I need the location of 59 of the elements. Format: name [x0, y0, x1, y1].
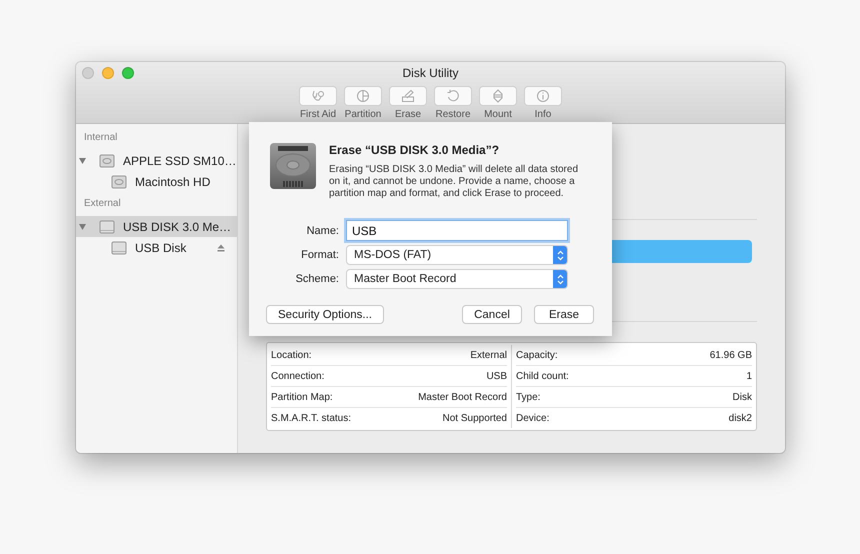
info-label: Type:: [516, 392, 540, 402]
sidebar-item[interactable]: Macintosh HD: [76, 171, 237, 192]
toolbar-label: Info: [534, 109, 552, 120]
toolbar-label: Mount: [484, 109, 512, 120]
diamond-icon: [491, 89, 505, 103]
info-value: disk2: [728, 412, 752, 424]
zoom-button[interactable]: [122, 67, 134, 79]
up-down-arrows-icon: [553, 246, 567, 264]
info-label: Device:: [516, 412, 550, 424]
pencil-icon: [401, 89, 415, 103]
field-label: Format:: [300, 249, 339, 261]
field-label: Name:: [306, 224, 339, 236]
sidebar-item[interactable]: USB DISK 3.0 Me…: [76, 216, 237, 237]
dialog-title: Erase “USB DISK 3.0 Media”?: [329, 143, 500, 157]
popup-menu[interactable]: Master Boot Record: [346, 269, 568, 289]
info-label: S.M.A.R.T. status:: [271, 412, 352, 424]
info-value: 61.96 GB: [710, 350, 752, 360]
undo-arrow-icon: [446, 89, 460, 103]
info-value: Not Supported: [442, 412, 507, 424]
info-value: USB: [486, 370, 507, 382]
stethoscope-icon: [311, 89, 325, 103]
field-label: Scheme:: [294, 273, 339, 285]
name-field[interactable]: USB: [346, 220, 568, 241]
info-value: 1: [746, 370, 752, 382]
security-options-button[interactable]: Security Options...: [266, 305, 384, 324]
info-label: Capacity:: [516, 350, 558, 360]
info-label: Location:: [271, 350, 312, 360]
pie-chart-icon: [356, 89, 370, 103]
window-title: Disk Utility: [402, 66, 458, 82]
close-button[interactable]: [82, 67, 94, 79]
toolbar-button[interactable]: [344, 86, 382, 106]
hard-drive-icon: [268, 141, 318, 191]
info-value: External: [470, 350, 507, 360]
info-label: Child count:: [516, 370, 569, 382]
up-down-arrows-icon: [553, 270, 567, 288]
info-value: Disk: [732, 392, 752, 402]
minimize-button[interactable]: [102, 67, 114, 79]
dialog-button[interactable]: Erase: [534, 305, 594, 324]
toolbar-label: Erase: [394, 109, 422, 120]
info-icon: [536, 89, 550, 103]
toolbar-button[interactable]: [524, 86, 562, 106]
info-value: Master Boot Record: [418, 392, 507, 402]
toolbar-label: Partition: [344, 109, 382, 120]
toolbar-button[interactable]: [299, 86, 337, 106]
dialog-button[interactable]: Cancel: [462, 305, 522, 324]
toolbar-button[interactable]: [479, 86, 517, 106]
section-header: External: [83, 198, 122, 211]
toolbar-label: First Aid: [300, 109, 336, 120]
sidebar-item[interactable]: USB Disk: [76, 237, 237, 258]
toolbar-button[interactable]: [434, 86, 472, 106]
popup-menu[interactable]: MS-DOS (FAT): [346, 245, 568, 265]
section-header: Internal: [83, 132, 118, 145]
info-label: Partition Map:: [271, 392, 333, 402]
info-label: Connection:: [271, 370, 324, 382]
dialog-message: Erasing “USB DISK 3.0 Media” will delete all data stored on it, and cannot be undone. Provide a name, choose a partition map and format, and click Erase to proceed.: [329, 164, 580, 200]
sidebar-item[interactable]: APPLE SSD SM10…: [76, 150, 237, 171]
toolbar-label: Restore: [435, 109, 470, 120]
toolbar-button[interactable]: [389, 86, 427, 106]
eject-icon[interactable]: [217, 244, 225, 252]
